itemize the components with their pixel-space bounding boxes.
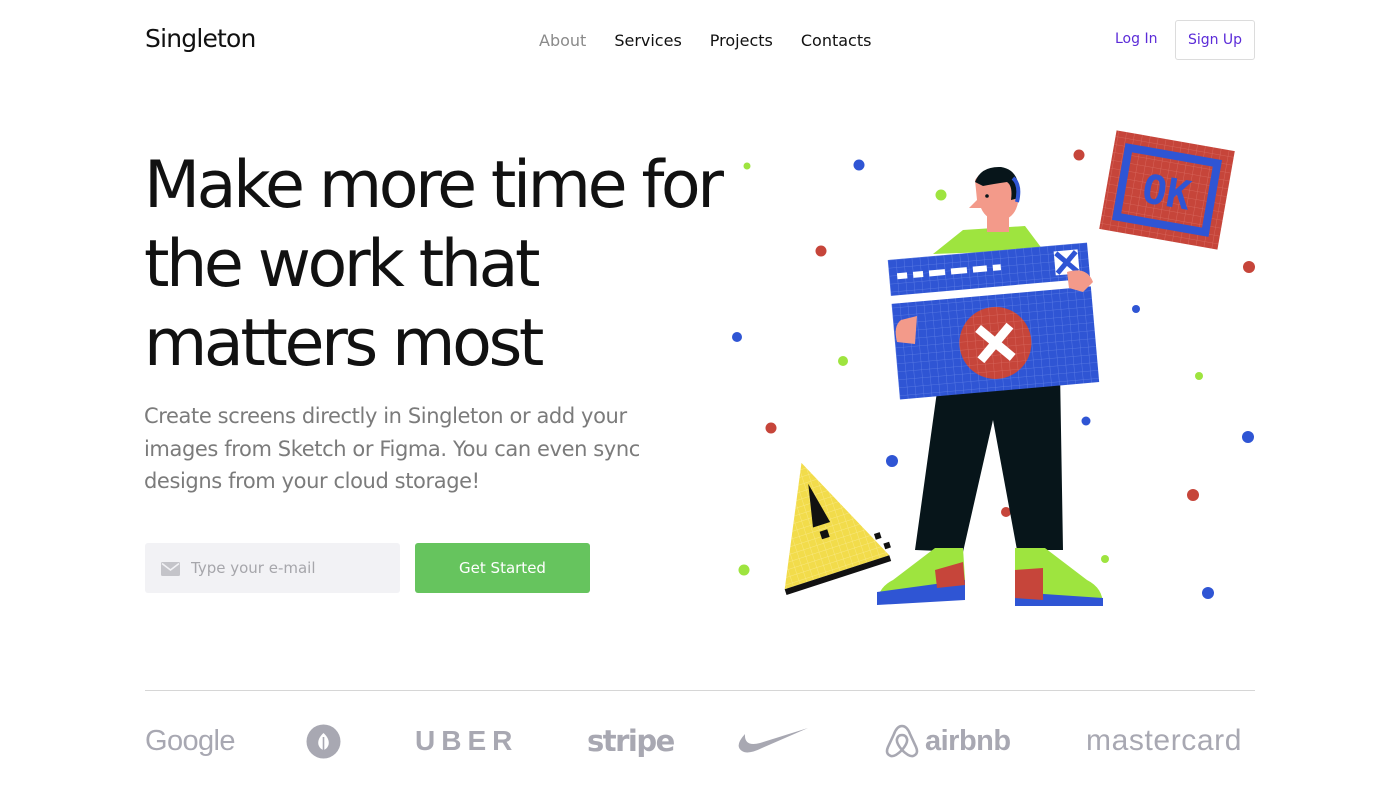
airbnb-icon bbox=[885, 724, 919, 758]
nav-services[interactable]: Services bbox=[614, 31, 681, 50]
airbnb-wordmark: airbnb bbox=[925, 724, 1011, 757]
character bbox=[877, 166, 1103, 606]
main-nav: About Services Projects Contacts bbox=[539, 31, 871, 50]
login-link[interactable]: Log In bbox=[1115, 31, 1157, 47]
email-input[interactable] bbox=[191, 559, 391, 577]
hero-illustration: OK bbox=[732, 130, 1255, 606]
uber-logo: UBER bbox=[415, 725, 519, 756]
nav-contacts[interactable]: Contacts bbox=[801, 31, 872, 50]
get-started-button[interactable]: Get Started bbox=[415, 543, 590, 593]
divider bbox=[145, 690, 1255, 691]
email-field[interactable] bbox=[145, 543, 400, 593]
leaf-logo-icon bbox=[306, 716, 341, 766]
signup-button[interactable]: Sign Up bbox=[1175, 20, 1255, 60]
nav-about[interactable]: About bbox=[539, 31, 586, 50]
warning-sign bbox=[784, 462, 892, 596]
ok-sign-text: OK bbox=[1139, 166, 1194, 220]
hero-subtitle: Create screens directly in Singleton or … bbox=[144, 404, 640, 493]
mail-icon bbox=[161, 561, 180, 576]
ok-sign: OK bbox=[1099, 130, 1235, 250]
brand-logo[interactable]: Singleton bbox=[145, 24, 256, 53]
mastercard-logo: mastercard bbox=[1086, 724, 1243, 757]
nav-projects[interactable]: Projects bbox=[710, 31, 773, 50]
hero-title: Make more time for the work that matters… bbox=[144, 148, 724, 381]
partner-logos: Google UBER stripe airbnb mastercard bbox=[145, 716, 1255, 766]
stripe-logo: stripe bbox=[587, 724, 675, 758]
airbnb-logo: airbnb bbox=[885, 716, 1011, 766]
nike-swoosh-icon bbox=[736, 716, 809, 766]
google-logo: Google bbox=[145, 724, 236, 757]
